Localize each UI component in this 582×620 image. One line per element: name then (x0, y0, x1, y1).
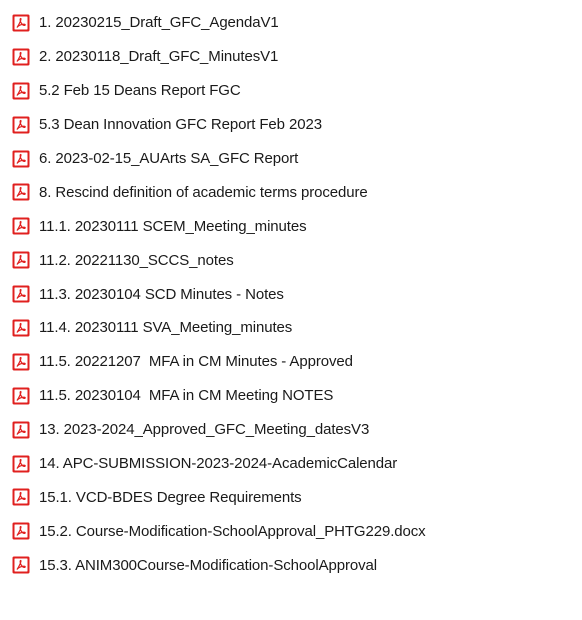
pdf-file-icon (12, 183, 30, 201)
file-item[interactable]: 11.4. 20230111 SVA_Meeting_minutes (12, 311, 582, 345)
file-name: 5.2 Feb 15 Deans Report FGC (39, 82, 241, 100)
pdf-file-icon (12, 150, 30, 168)
pdf-file-icon (12, 522, 30, 540)
file-name: 15.2. Course-Modification-SchoolApproval… (39, 522, 426, 540)
pdf-file-icon (12, 82, 30, 100)
file-name: 11.2. 20221130_SCCS_notes (39, 251, 234, 269)
file-name: 11.5. 20230104 MFA in CM Meeting NOTES (39, 387, 334, 405)
file-name: 5.3 Dean Innovation GFC Report Feb 2023 (39, 116, 322, 134)
file-name: 11.3. 20230104 SCD Minutes - Notes (39, 285, 284, 303)
pdf-file-icon (12, 251, 30, 269)
pdf-file-icon (12, 353, 30, 371)
pdf-file-icon (12, 116, 30, 134)
file-name: 15.3. ANIM300Course-Modification-SchoolA… (39, 556, 377, 574)
pdf-file-icon (12, 319, 30, 337)
file-item[interactable]: 2. 20230118_Draft_GFC_MinutesV1 (12, 40, 582, 74)
file-name: 11.1. 20230111 SCEM_Meeting_minutes (39, 217, 307, 235)
file-item[interactable]: 11.5. 20230104 MFA in CM Meeting NOTES (12, 379, 582, 413)
file-item[interactable]: 1. 20230215_Draft_GFC_AgendaV1 (12, 6, 582, 40)
file-item[interactable]: 6. 2023-02-15_AUArts SA_GFC Report (12, 142, 582, 176)
file-item[interactable]: 13. 2023-2024_Approved_GFC_Meeting_dates… (12, 413, 582, 447)
pdf-file-icon (12, 48, 30, 66)
pdf-file-icon (12, 488, 30, 506)
file-item[interactable]: 11.2. 20221130_SCCS_notes (12, 243, 582, 277)
pdf-file-icon (12, 556, 30, 574)
file-item[interactable]: 8. Rescind definition of academic terms … (12, 175, 582, 209)
file-name: 2. 20230118_Draft_GFC_MinutesV1 (39, 48, 279, 66)
pdf-file-icon (12, 14, 30, 32)
file-item[interactable]: 5.2 Feb 15 Deans Report FGC (12, 74, 582, 108)
pdf-file-icon (12, 387, 30, 405)
file-list: 1. 20230215_Draft_GFC_AgendaV1 2. 202301… (0, 0, 582, 582)
file-item[interactable]: 11.3. 20230104 SCD Minutes - Notes (12, 277, 582, 311)
file-item[interactable]: 15.2. Course-Modification-SchoolApproval… (12, 514, 582, 548)
file-item[interactable]: 11.1. 20230111 SCEM_Meeting_minutes (12, 209, 582, 243)
file-name: 6. 2023-02-15_AUArts SA_GFC Report (39, 150, 299, 167)
file-item[interactable]: 5.3 Dean Innovation GFC Report Feb 2023 (12, 108, 582, 142)
file-name: 8. Rescind definition of academic terms … (39, 183, 368, 201)
pdf-file-icon (12, 455, 30, 473)
pdf-file-icon (12, 421, 30, 439)
file-name: 13. 2023-2024_Approved_GFC_Meeting_dates… (39, 421, 370, 439)
file-name: 1. 20230215_Draft_GFC_AgendaV1 (39, 14, 279, 32)
pdf-file-icon (12, 217, 30, 235)
file-item[interactable]: 15.1. VCD-BDES Degree Requirements (12, 480, 582, 514)
file-item[interactable]: 14. APC-SUBMISSION-2023-2024-AcademicCal… (12, 447, 582, 481)
file-name: 11.4. 20230111 SVA_Meeting_minutes (39, 319, 293, 337)
file-name: 14. APC-SUBMISSION-2023-2024-AcademicCal… (39, 455, 398, 473)
pdf-file-icon (12, 285, 30, 303)
file-name: 15.1. VCD-BDES Degree Requirements (39, 488, 302, 506)
file-item[interactable]: 15.3. ANIM300Course-Modification-SchoolA… (12, 548, 582, 582)
file-name: 11.5. 20221207 MFA in CM Minutes - Appro… (39, 353, 353, 371)
file-item[interactable]: 11.5. 20221207 MFA in CM Minutes - Appro… (12, 345, 582, 379)
